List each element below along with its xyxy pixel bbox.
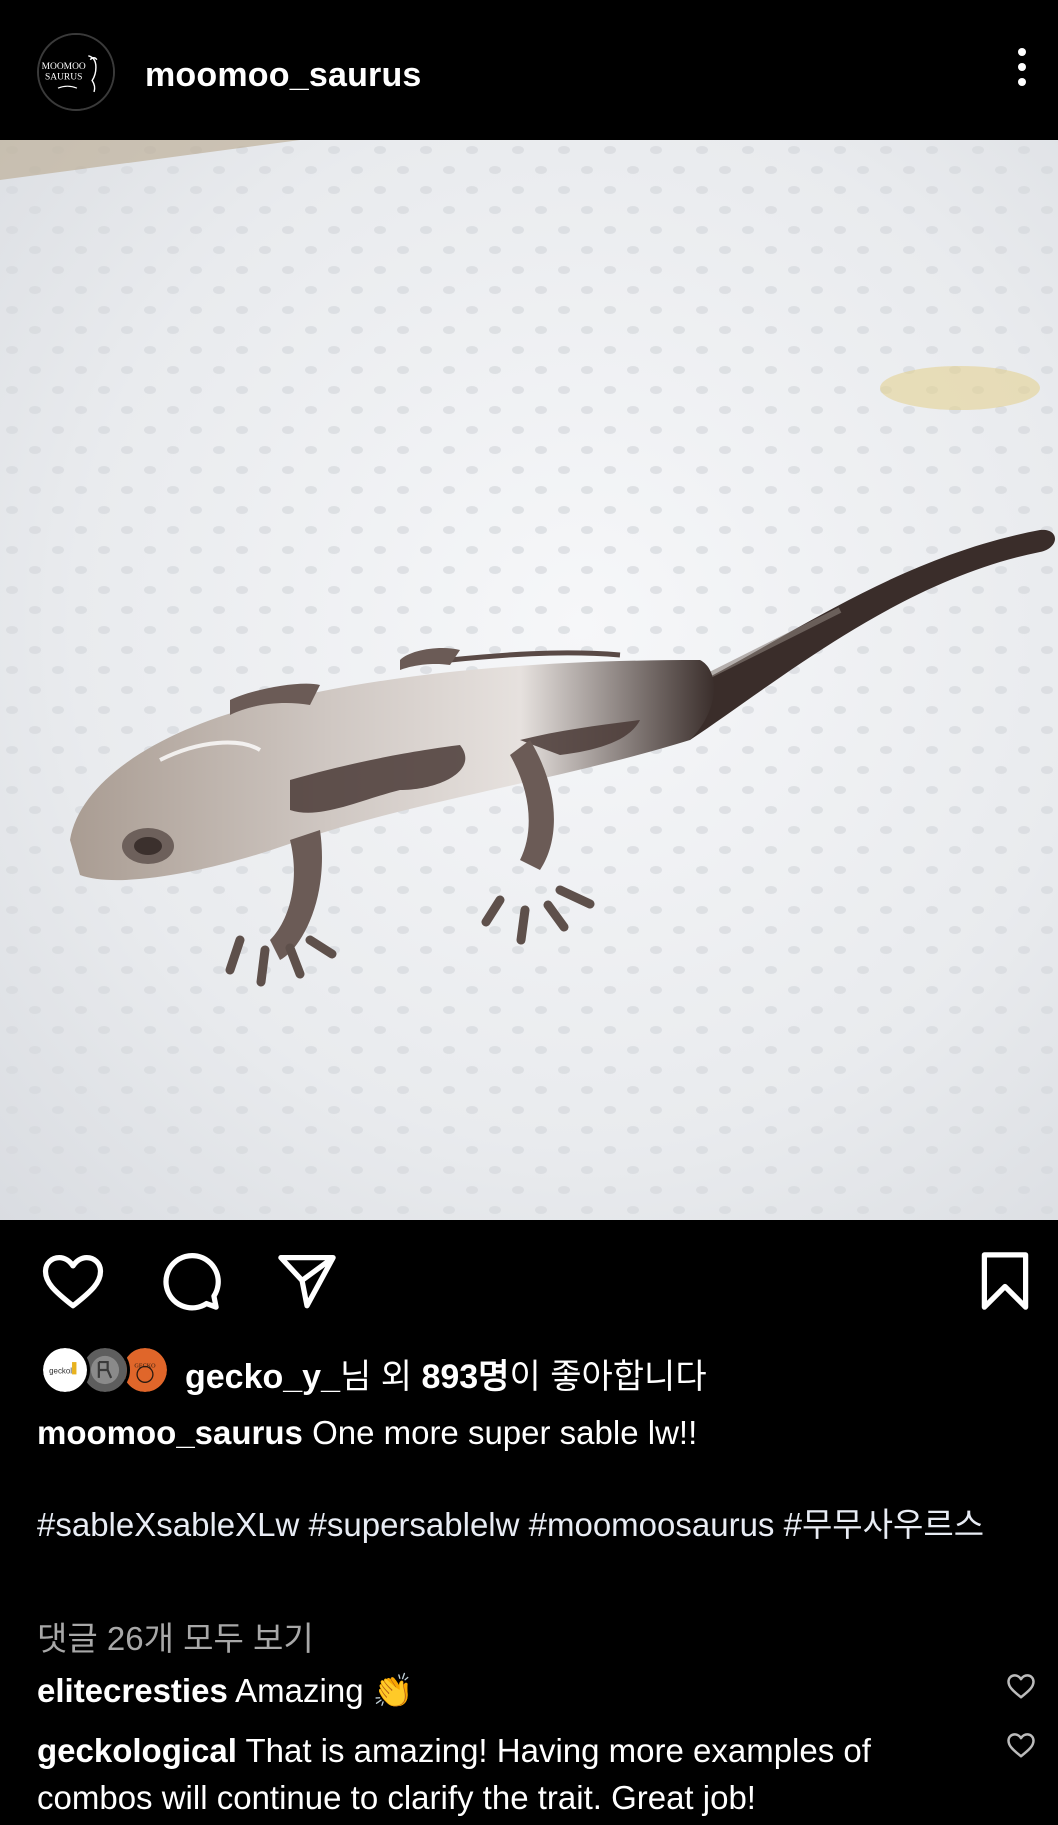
svg-text:SAURUS: SAURUS (45, 73, 82, 83)
comment-item: geckological That is amazing! Having mor… (37, 1727, 957, 1821)
post-actions (0, 1220, 1058, 1340)
view-all-comments-link[interactable]: 댓글 26개 모두 보기 (37, 1612, 314, 1660)
caption-hashtags[interactable]: #sableXsableXLw #supersablelw #moomoosau… (37, 1502, 1027, 1548)
moomoo-saurus-logo: MOOMOO SAURUS (39, 35, 113, 109)
bookmark-icon[interactable] (972, 1248, 1038, 1314)
post-caption: moomoo_saurus One more super sable lw!! (37, 1410, 1027, 1456)
likes-summary[interactable]: GECKO geckol gecko_y_님 외 893명이 좋아합니다 (40, 1345, 1040, 1396)
caption-username[interactable]: moomoo_saurus (37, 1414, 303, 1451)
send-icon[interactable] (274, 1248, 340, 1314)
comment-text: Amazing 👏 (235, 1672, 414, 1709)
comment-username[interactable]: elitecresties (37, 1672, 228, 1709)
heart-icon[interactable] (40, 1248, 106, 1314)
comment-icon[interactable] (157, 1248, 223, 1314)
post-header: MOOMOO SAURUS moomoo_saurus (0, 0, 1058, 140)
liked-by-username[interactable]: gecko_y_ (185, 1358, 340, 1396)
svg-text:MOOMOO: MOOMOO (42, 62, 86, 72)
comment-like-heart-icon[interactable] (1006, 1730, 1036, 1760)
comment-username[interactable]: geckological (37, 1732, 237, 1769)
comment-item: elitecresties Amazing 👏 (37, 1667, 957, 1714)
comment-like-heart-icon[interactable] (1006, 1671, 1036, 1701)
likes-text: gecko_y_님 외 893명이 좋아합니다 (185, 1358, 707, 1396)
more-options-icon[interactable] (1008, 48, 1036, 96)
likes-count[interactable]: 893명 (421, 1358, 509, 1396)
profile-avatar[interactable]: MOOMOO SAURUS (37, 33, 115, 111)
liker-avatars: GECKO geckol (40, 1345, 170, 1395)
header-username[interactable]: moomoo_saurus (145, 56, 422, 95)
liker-avatar-1: geckol (40, 1345, 90, 1395)
caption-text: One more super sable lw!! (312, 1414, 698, 1451)
post-image[interactable] (0, 140, 1058, 1220)
svg-text:geckol: geckol (49, 1367, 72, 1376)
